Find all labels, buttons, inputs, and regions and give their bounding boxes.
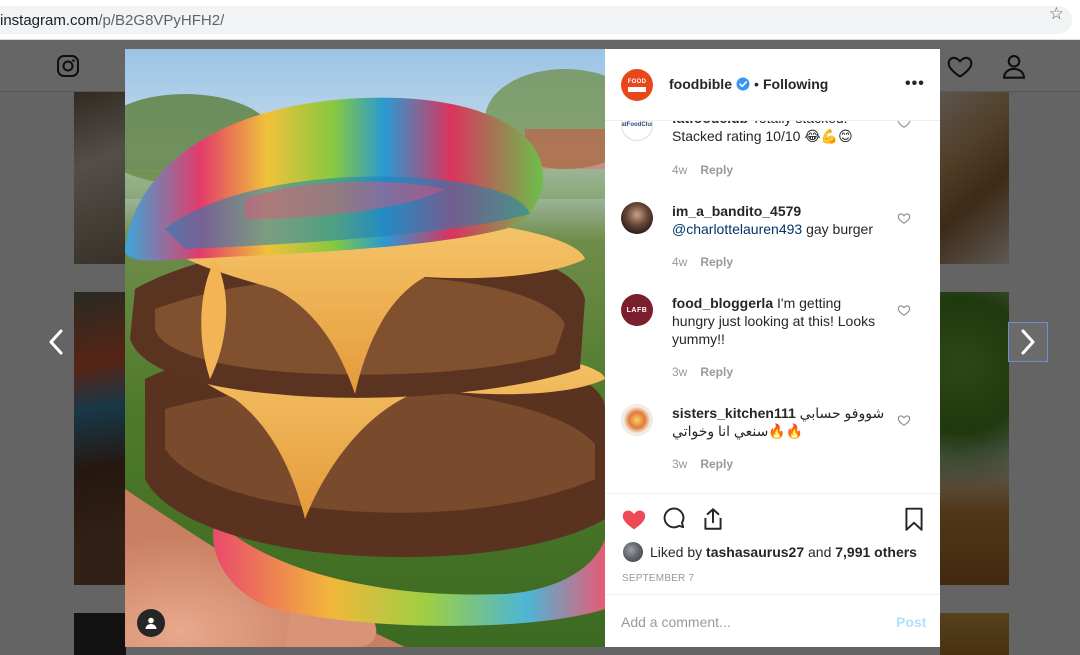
comment-icon[interactable] — [661, 506, 687, 532]
reply-button[interactable]: Reply — [700, 255, 733, 269]
url-path: /p/B2G8VPyHFH2/ — [98, 12, 225, 29]
comment-time[interactable]: 3w — [672, 457, 687, 471]
comment-like-icon[interactable] — [897, 121, 911, 129]
comment-meta: 4w Reply — [672, 163, 733, 177]
comment-username[interactable]: sisters_kitchen111 — [672, 405, 796, 421]
url-text[interactable]: instagram.com/p/B2G8VPyHFH2/ — [0, 12, 224, 29]
person-icon — [145, 617, 157, 629]
previous-post-button[interactable] — [36, 322, 76, 362]
comment-time[interactable]: 4w — [672, 163, 687, 177]
verified-badge-icon — [736, 77, 750, 91]
commenter-avatar[interactable]: fatFoodClub — [621, 121, 653, 141]
reply-button[interactable]: Reply — [700, 365, 733, 379]
post-header: FOOD foodbible • Following ••• — [605, 49, 940, 121]
comment-username[interactable]: im_a_bandito_4579 — [672, 203, 801, 219]
likes-others[interactable]: 7,991 others — [835, 544, 917, 560]
like-heart-icon[interactable] — [621, 506, 647, 532]
liker-avatar[interactable] — [623, 542, 643, 562]
post-actions: Liked by tashasaurus27 and 7,991 others … — [605, 493, 940, 594]
chevron-right-icon — [1021, 329, 1035, 355]
comment-mention[interactable]: @charlottelauren493 — [672, 221, 802, 237]
comment-meta: 4w Reply — [672, 255, 733, 269]
comment-text: im_a_bandito_4579 @charlottelauren493 gay… — [672, 202, 887, 238]
post-author-username[interactable]: foodbible — [669, 76, 732, 92]
share-icon[interactable] — [700, 506, 726, 532]
commenter-avatar[interactable] — [621, 202, 653, 234]
rainbow-burger-image — [125, 49, 605, 647]
comment-like-icon[interactable] — [897, 211, 911, 225]
liked-by-and: and — [804, 544, 836, 560]
chevron-left-icon — [49, 329, 63, 355]
comment-input[interactable] — [621, 611, 881, 633]
liked-by-prefix: Liked by — [650, 544, 707, 560]
comment-time[interactable]: 4w — [672, 255, 687, 269]
avatar-logo-text: FOOD — [627, 78, 647, 85]
separator-dot: • — [754, 76, 759, 92]
reply-button[interactable]: Reply — [700, 457, 733, 471]
post-date[interactable]: SEPTEMBER 7 — [622, 573, 694, 584]
url-field[interactable]: instagram.com/p/B2G8VPyHFH2/ — [0, 6, 1072, 34]
commenter-avatar[interactable]: LAFB — [621, 294, 653, 326]
likes-text: Liked by tashasaurus27 and 7,991 others — [650, 544, 917, 560]
liker-username[interactable]: tashasaurus27 — [706, 544, 804, 560]
comment-username[interactable]: fatfoodclub — [672, 121, 748, 126]
foodbible-avatar[interactable]: FOOD — [621, 69, 653, 101]
comment-like-icon[interactable] — [897, 303, 911, 317]
add-comment-section: Post — [605, 594, 940, 647]
comment-text: sisters_kitchen111 شووفو حسابي سنعي انا … — [672, 404, 887, 440]
user-tag-icon[interactable] — [137, 609, 165, 637]
avatar-logo-bar — [628, 86, 646, 92]
comments-list[interactable]: fatFoodClub fatfoodclub Totally stacked.… — [605, 121, 940, 493]
post-details-panel: FOOD foodbible • Following ••• fatFoodCl… — [605, 49, 940, 647]
following-button[interactable]: Following — [763, 76, 828, 92]
commenter-avatar[interactable] — [621, 404, 653, 436]
save-bookmark-icon[interactable] — [901, 506, 927, 532]
comment-meta: 3w Reply — [672, 365, 733, 379]
more-icon[interactable]: ••• — [905, 75, 925, 93]
comment-username[interactable]: food_bloggerla — [672, 295, 773, 311]
comment-body: gay burger — [802, 221, 874, 237]
reply-button[interactable]: Reply — [700, 163, 733, 177]
post-comment-button[interactable]: Post — [896, 614, 926, 630]
url-host: instagram.com — [0, 12, 99, 29]
comment-meta: 3w Reply — [672, 457, 733, 471]
comment-text: food_bloggerla I'm getting hungry just l… — [672, 294, 887, 348]
next-post-button[interactable] — [1008, 322, 1048, 362]
browser-address-bar: instagram.com/p/B2G8VPyHFH2/ ☆ — [0, 0, 1080, 40]
star-icon[interactable]: ☆ — [1049, 4, 1064, 24]
post-photo[interactable] — [125, 49, 605, 647]
comment-time[interactable]: 3w — [672, 365, 687, 379]
comment-like-icon[interactable] — [897, 413, 911, 427]
comment-text: fatfoodclub Totally stacked. Stacked rat… — [672, 121, 887, 145]
